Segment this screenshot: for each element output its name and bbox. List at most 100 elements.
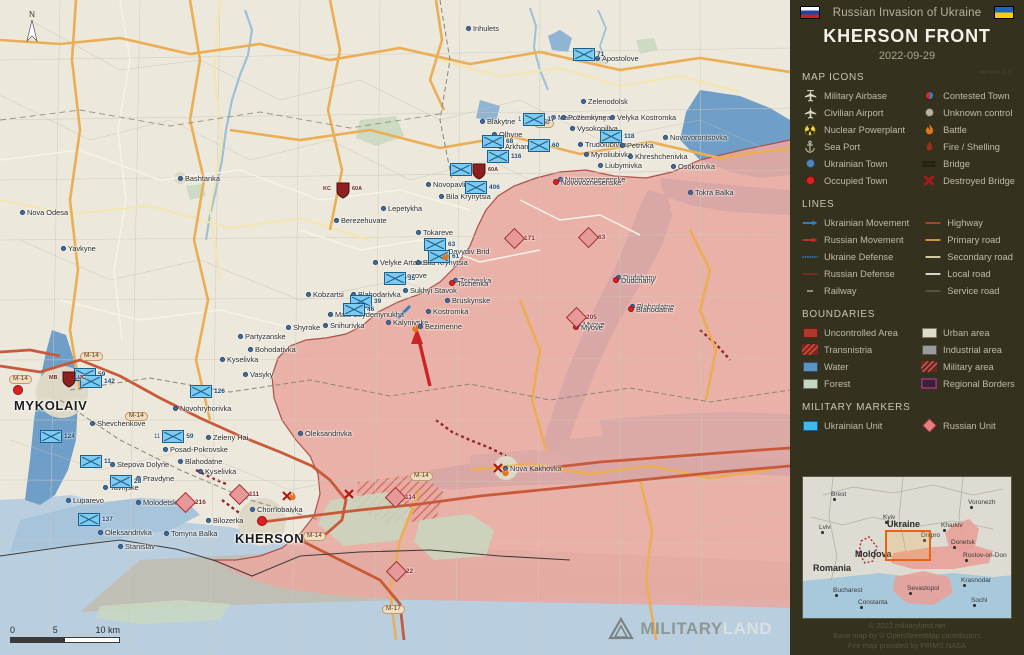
legend-row: Industrial area — [921, 341, 1024, 358]
ukrainian-town-dot[interactable] — [162, 446, 168, 452]
ukrainian-town-dot[interactable] — [577, 141, 583, 147]
ukrainian-town-dot[interactable] — [662, 134, 668, 140]
battle-icon[interactable] — [410, 322, 421, 337]
ukrainian-town-dot[interactable] — [372, 259, 378, 265]
ukrainian-town-dot[interactable] — [670, 163, 676, 169]
legend-row: Urban area — [921, 324, 1024, 341]
russian-unit-marker[interactable]: 171 — [503, 227, 535, 250]
formation-shield-marker[interactable]: 60A — [472, 163, 498, 185]
ukrainian-town-dot[interactable] — [205, 517, 211, 523]
ukrainian-unit-marker[interactable]: 118 — [600, 130, 635, 143]
ukrainian-town-dot[interactable] — [135, 499, 141, 505]
ukrainian-town-dot[interactable] — [242, 371, 248, 377]
unit-number: 61 — [452, 253, 460, 260]
ukrainian-town-dot[interactable] — [177, 458, 183, 464]
occupied-town-dot[interactable] — [449, 280, 455, 286]
ukrainian-unit-marker[interactable]: 11 59 — [154, 430, 193, 443]
ukrainian-town-dot[interactable] — [177, 175, 183, 181]
ukrainian-movement-arrow-icon — [802, 218, 818, 228]
ukrainian-town-dot[interactable] — [627, 153, 633, 159]
overview-minimap[interactable]: Ukraine Romania Moldova Brest Lviv Kyiv Kharki… — [802, 476, 1012, 619]
russian-unit-marker[interactable]: 63 — [577, 226, 605, 249]
russian-unit-marker[interactable]: 205 — [565, 306, 597, 329]
ukrainian-town-dot[interactable] — [163, 530, 169, 536]
ukrainian-town-dot[interactable] — [285, 324, 291, 330]
unit-number: 11 — [104, 458, 111, 465]
forest-swatch — [802, 378, 818, 389]
ukrainian-town-dot[interactable] — [402, 287, 408, 293]
ukrainian-unit-marker[interactable]: 124 — [40, 430, 75, 443]
ukrainian-town-dot[interactable] — [560, 114, 566, 120]
ukrainian-town-dot[interactable] — [305, 291, 311, 297]
ukrainian-town-dot[interactable] — [60, 245, 66, 251]
ukrainian-town-dot[interactable] — [465, 25, 471, 31]
ukrainian-unit-marker[interactable]: 116 — [487, 150, 522, 163]
ukrainian-town-dot[interactable] — [19, 209, 25, 215]
ukrainian-town-dot[interactable] — [249, 506, 255, 512]
occupied-town-dot[interactable] — [13, 385, 23, 395]
battle-icon[interactable] — [500, 466, 511, 481]
ukrainian-town-dot[interactable] — [687, 189, 693, 195]
occupied-town-dot[interactable] — [628, 306, 634, 312]
ukrainian-town-dot[interactable] — [102, 484, 108, 490]
ukrainian-unit-marker[interactable]: 126 — [190, 385, 225, 398]
ukrainian-unit-marker[interactable]: 68 — [482, 135, 513, 148]
ukrainian-town-dot[interactable] — [247, 346, 253, 352]
formation-shield-marker[interactable]: KC 60A — [323, 182, 362, 204]
russian-unit-marker[interactable]: 111 — [228, 483, 259, 506]
main-map-canvas[interactable]: N MYKOLAIV KHERSON Bashtanka Nova Odesa Yavk… — [0, 0, 790, 655]
minimap-viewport-rect[interactable] — [885, 530, 931, 561]
ukrainian-unit-marker[interactable]: 28 — [110, 475, 141, 488]
ukrainian-town-dot[interactable] — [415, 259, 421, 265]
formation-shield-marker[interactable]: MB UC — [49, 371, 86, 393]
ukrainian-town-dot[interactable] — [609, 114, 615, 120]
ukrainian-town-dot[interactable] — [172, 405, 178, 411]
battle-icon[interactable] — [440, 250, 451, 265]
ukrainian-town-dot[interactable] — [597, 162, 603, 168]
ukrainian-town-dot[interactable] — [479, 118, 485, 124]
ukrainian-town-dot[interactable] — [444, 297, 450, 303]
ukrainian-town-dot[interactable] — [65, 497, 71, 503]
ukrainian-unit-marker[interactable]: 35 — [384, 272, 415, 285]
military-markers-section-title: MILITARY MARKERS — [802, 402, 911, 413]
primary-road-line-icon — [925, 236, 941, 244]
ukrainian-town-dot[interactable] — [205, 434, 211, 440]
ukrainian-town-dot[interactable] — [619, 142, 625, 148]
ukrainian-town-dot[interactable] — [327, 311, 333, 317]
russian-unit-marker[interactable]: 114 — [384, 486, 416, 509]
battle-icon[interactable] — [287, 490, 298, 505]
occupied-town-dot[interactable] — [553, 179, 559, 185]
minimap-city-label: Kyiv — [883, 514, 896, 521]
russian-unit-marker[interactable]: 216 — [174, 491, 206, 514]
ukrainian-town-dot[interactable] — [569, 125, 575, 131]
ukrainian-town-dot[interactable] — [425, 181, 431, 187]
ukrainian-town-dot[interactable] — [380, 205, 386, 211]
secondary-road-line-icon — [925, 253, 941, 261]
ukrainian-town-dot[interactable] — [117, 543, 123, 549]
unit-number: 71 — [597, 51, 605, 58]
occupied-town-dot[interactable] — [613, 277, 619, 283]
infantry-cross-icon — [345, 305, 363, 314]
ukrainian-town-dot[interactable] — [197, 468, 203, 474]
ukrainian-town-dot[interactable] — [219, 356, 225, 362]
ukrainian-town-dot[interactable] — [415, 229, 421, 235]
ukrainian-town-dot[interactable] — [89, 420, 95, 426]
ukrainian-town-dot[interactable] — [297, 430, 303, 436]
ukrainian-unit-marker[interactable]: 1 17 — [518, 113, 555, 126]
ukrainian-town-dot[interactable] — [322, 322, 328, 328]
ukrainian-town-dot[interactable] — [97, 529, 103, 535]
ukrainian-town-dot[interactable] — [583, 151, 589, 157]
ukrainian-town-dot[interactable] — [237, 333, 243, 339]
ukrainian-town-dot[interactable] — [438, 193, 444, 199]
ukrainian-town-dot[interactable] — [333, 217, 339, 223]
ukrainian-unit-marker[interactable]: 46 — [343, 303, 374, 316]
ukrainian-town-dot[interactable] — [385, 319, 391, 325]
ukrainian-unit-marker[interactable]: 71 — [573, 48, 604, 61]
ukrainian-town-dot[interactable] — [425, 308, 431, 314]
occupied-town-dot[interactable] — [257, 516, 267, 526]
ukrainian-unit-marker[interactable]: 60 — [528, 139, 559, 152]
ukrainian-town-dot[interactable] — [580, 98, 586, 104]
ukrainian-unit-marker[interactable]: 137 — [78, 513, 113, 526]
russian-unit-marker[interactable]: 22 — [385, 560, 413, 583]
ukrainian-unit-marker[interactable]: 11 — [80, 455, 111, 468]
